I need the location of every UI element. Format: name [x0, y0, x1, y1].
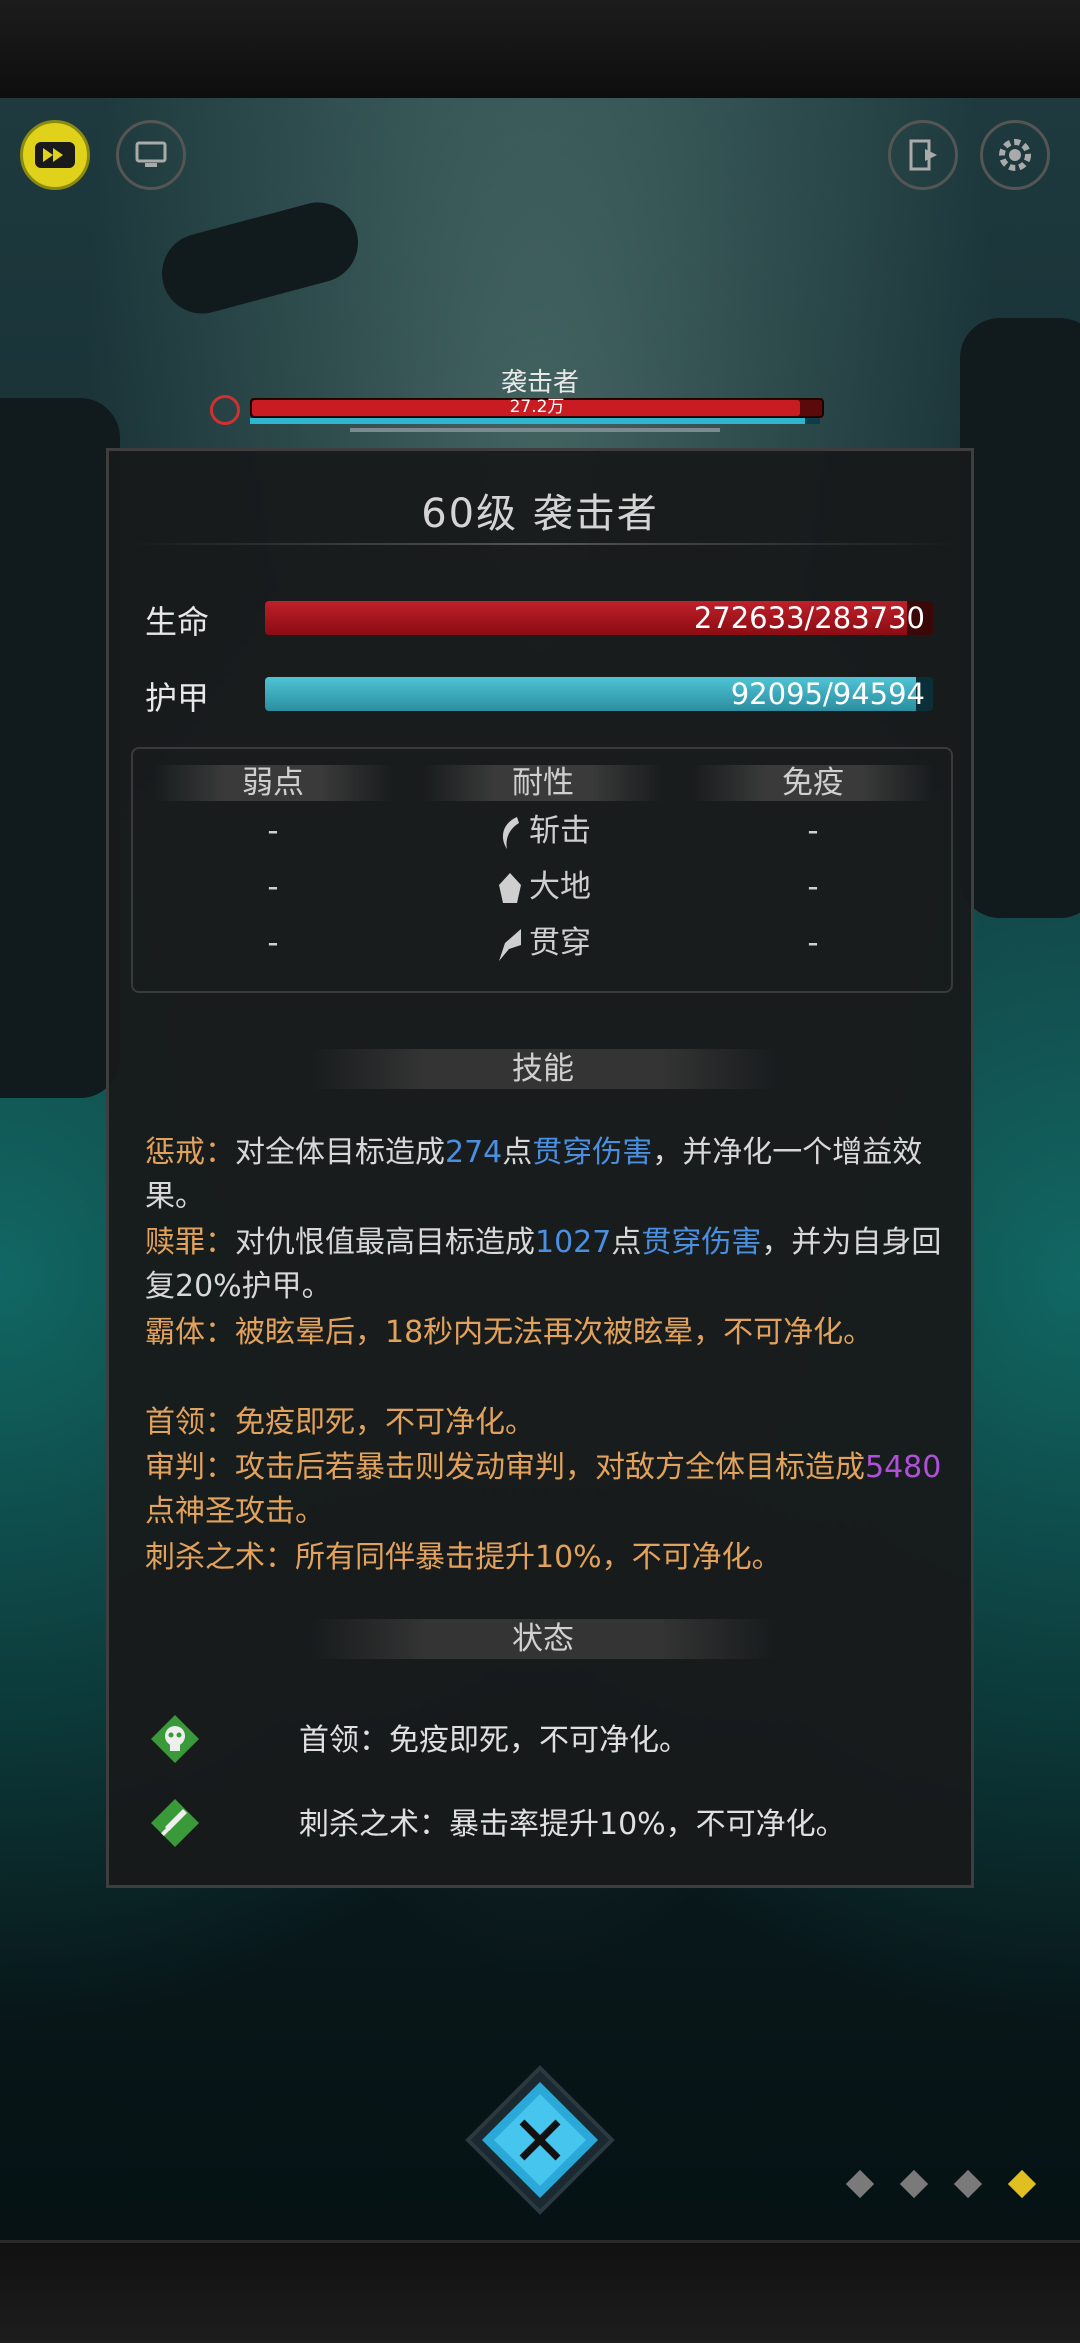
- resistance-label: 大地: [529, 869, 591, 905]
- skill-atonement: 赎罪：对仇恨值最高目标造成1027点贯穿伤害，并为自身回复20%护甲。: [145, 1221, 945, 1309]
- boss-hp-text: 27.2万: [509, 397, 565, 417]
- weakness-value: -: [267, 813, 279, 849]
- damage-type: 贯穿伤害: [641, 1225, 762, 1260]
- weakness-value: -: [267, 925, 279, 961]
- resistance-pierce: 贯穿: [423, 923, 663, 963]
- page-dot[interactable]: [953, 2169, 983, 2199]
- exit-icon: [909, 139, 937, 171]
- boss-armor-bar: [250, 418, 820, 424]
- boss-shield-bar: [350, 428, 720, 432]
- armor-bar: 92095/94594: [265, 677, 933, 711]
- resistance-earth: 大地: [423, 867, 663, 907]
- status-boss[interactable]: 首领：免疫即死，不可净化。: [149, 1713, 949, 1769]
- status-text: 刺杀之术：暴击率提升10%，不可净化。: [299, 1807, 846, 1842]
- skill-text: 点神圣攻击。: [145, 1494, 325, 1529]
- auto-battle-icon: [135, 141, 167, 167]
- boss-armor-fill: [250, 418, 806, 424]
- resistance-slash: 斩击: [423, 811, 663, 851]
- cat-silhouette: [153, 193, 367, 323]
- exit-button[interactable]: [888, 120, 958, 190]
- auto-battle-button[interactable]: [116, 120, 186, 190]
- immunity-value: -: [807, 813, 819, 849]
- pierce-icon: [499, 928, 521, 961]
- status-text: 首领：免疫即死，不可净化。: [299, 1723, 689, 1758]
- boss-hp-bar: 27.2万: [250, 397, 824, 418]
- resistance-table: 弱点 耐性 免疫 - - - 斩击 大地 贯穿 - - -: [131, 747, 953, 993]
- enemy-info-panel: 60级 袭击者 生命 272633/283730 护甲 92095/94594 …: [106, 448, 974, 1888]
- skill-punish: 惩戒：对全体目标造成274点贯穿伤害，并净化一个增益效果。: [145, 1131, 945, 1219]
- page-dot-active[interactable]: [1007, 2169, 1037, 2199]
- skill-judgement: 审判：攻击后若暴击则发动审判，对敌方全体目标造成5480 点神圣攻击。: [145, 1446, 945, 1534]
- armor-label: 护甲: [145, 679, 210, 717]
- damage-type: 贯穿伤害: [532, 1135, 653, 1170]
- page-dot[interactable]: [899, 2169, 929, 2199]
- tree-silhouette: [960, 318, 1080, 918]
- sword-icon: [151, 1799, 199, 1847]
- skill-text: 对全体目标造成: [235, 1135, 445, 1170]
- hp-bar: 272633/283730: [265, 601, 933, 635]
- skull-icon: [151, 1715, 199, 1763]
- status-assassination[interactable]: 刺杀之术：暴击率提升10%，不可净化。: [149, 1797, 949, 1853]
- boss-name: 袭击者: [500, 368, 579, 398]
- skill-boss: 首领：免疫即死，不可净化。: [145, 1405, 535, 1440]
- armor-value: 92095/94594: [730, 677, 925, 711]
- tree-silhouette: [0, 398, 120, 1098]
- immunity-value: -: [807, 925, 819, 961]
- skill-super-armor: 霸体：被眩晕后，18秒内无法再次被眩晕，不可净化。: [145, 1315, 874, 1350]
- bottom-frame: [0, 2240, 1080, 2343]
- skill-name: 惩戒：: [145, 1135, 235, 1170]
- close-button[interactable]: [460, 2060, 620, 2220]
- skill-text: 点: [502, 1135, 533, 1170]
- resistance-header: 耐性: [423, 765, 663, 801]
- panel-title: 60级 袭击者: [421, 491, 659, 537]
- top-frame: [0, 0, 1080, 101]
- status-header: 状态: [309, 1619, 777, 1659]
- slash-icon: [502, 816, 519, 849]
- weakness-header: 弱点: [153, 765, 393, 801]
- immunity-value: -: [807, 869, 819, 905]
- resistance-label: 贯穿: [529, 925, 591, 961]
- earth-icon: [499, 872, 521, 903]
- close-icon: [465, 2065, 615, 2215]
- settings-icon: [999, 139, 1031, 171]
- skills-header: 技能: [309, 1049, 777, 1089]
- damage-number: 5480: [865, 1450, 942, 1485]
- page-indicator: [845, 2169, 1050, 2200]
- fast-forward-button[interactable]: [20, 120, 90, 190]
- skill-text: 对仇恨值最高目标造成: [235, 1225, 535, 1260]
- damage-number: 274: [445, 1135, 503, 1170]
- page-dot[interactable]: [845, 2169, 875, 2199]
- resistance-label: 斩击: [529, 813, 591, 849]
- settings-button[interactable]: [980, 120, 1050, 190]
- damage-number: 1027: [535, 1225, 612, 1260]
- weakness-value: -: [267, 869, 279, 905]
- divider: [129, 543, 957, 545]
- immunity-header: 免疫: [693, 765, 933, 801]
- skill-assassination: 刺杀之术：所有同伴暴击提升10%，不可净化。: [145, 1540, 782, 1575]
- skill-text: 审判：攻击后若暴击则发动审判，对敌方全体目标造成: [145, 1450, 865, 1485]
- skill-text: 点: [611, 1225, 642, 1260]
- hp-label: 生命: [145, 603, 210, 641]
- skill-name: 赎罪：: [145, 1225, 235, 1260]
- fast-forward-icon: [35, 142, 75, 168]
- hp-value: 272633/283730: [693, 601, 925, 635]
- target-icon[interactable]: [210, 395, 240, 425]
